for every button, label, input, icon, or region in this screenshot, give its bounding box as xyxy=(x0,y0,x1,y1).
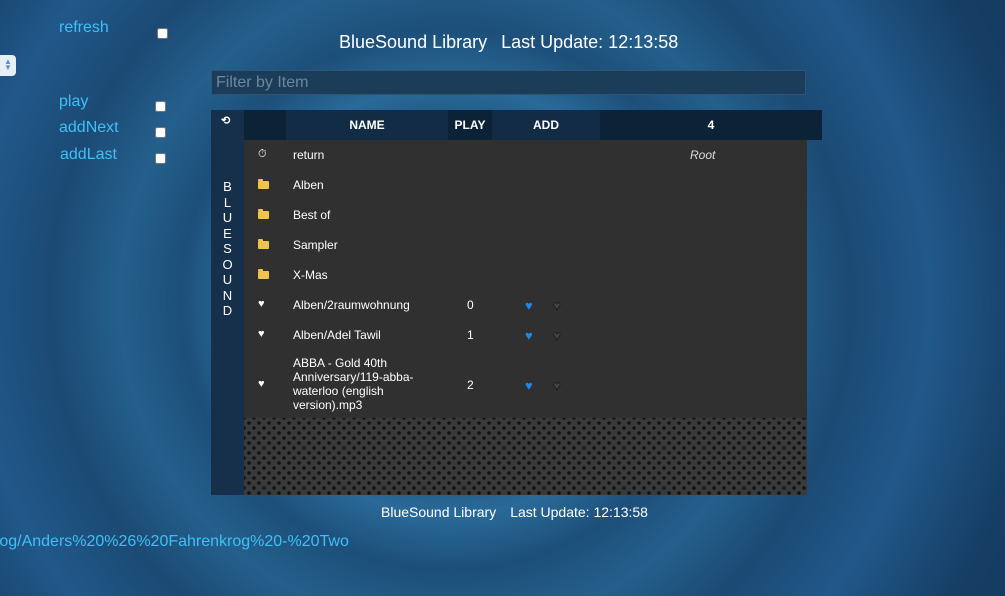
item-extra: Root xyxy=(690,148,716,162)
folder-icon xyxy=(258,178,269,190)
list-item[interactable]: ♥ Alben/2raumwohnung 0 ♥ ♥ xyxy=(244,298,807,314)
library-panel: ⟲ BLUESOUND NAME PLAY ADD 4 ⏱ return Roo… xyxy=(211,110,822,495)
header-play[interactable]: PLAY xyxy=(448,110,492,140)
title-text: BlueSound Library xyxy=(339,32,488,52)
sidebar-letter: N xyxy=(222,287,233,303)
footer: BlueSound Library Last Update: 12:13:58 xyxy=(381,504,648,520)
list-item[interactable]: ⏱ return Root xyxy=(244,148,807,164)
up-down-arrows-icon: ▲ ▼ xyxy=(4,57,12,72)
sidebar-letter: L xyxy=(223,194,232,210)
footer-last-update: Last Update: 12:13:58 xyxy=(510,504,648,520)
refresh-label[interactable]: refresh xyxy=(59,19,109,37)
heart-icon: ♥ xyxy=(258,328,265,340)
refresh-icon[interactable]: ⟲ xyxy=(221,114,230,127)
filter-input[interactable] xyxy=(211,70,806,95)
page-title: BlueSound Library Last Update: 12:13:58 xyxy=(339,32,678,53)
header-extra[interactable]: 4 xyxy=(600,110,822,140)
item-name: Alben/Adel Tawil xyxy=(293,328,381,342)
folder-icon xyxy=(258,268,269,280)
sidebar-letter: S xyxy=(223,241,232,256)
sidebar-letter: B xyxy=(223,179,232,194)
add-last-heart-icon[interactable]: ♥ xyxy=(553,328,561,344)
item-name: Sampler xyxy=(293,238,338,252)
sidebar-letter: U xyxy=(222,210,233,225)
pattern-background xyxy=(244,418,807,495)
addlast-checkbox[interactable] xyxy=(155,153,166,164)
heart-icon: ♥ xyxy=(258,378,265,390)
item-name: Alben xyxy=(293,178,324,192)
item-name: return xyxy=(293,148,325,162)
header-add[interactable]: ADD xyxy=(492,110,600,140)
item-play: 1 xyxy=(467,328,474,342)
list-item[interactable]: Best of xyxy=(244,208,807,224)
item-name: Alben/2raumwohnung xyxy=(293,298,410,312)
last-update-text: Last Update: 12:13:58 xyxy=(501,32,679,52)
refresh-checkbox[interactable] xyxy=(157,28,168,39)
folder-icon xyxy=(258,238,269,250)
stopwatch-icon: ⏱ xyxy=(258,148,267,160)
header-icon-col xyxy=(244,110,286,140)
sidebar-vertical-label: BLUESOUND xyxy=(211,179,244,319)
library-list: ⏱ return Root Alben Best of Sampler X-Ma… xyxy=(244,140,807,418)
item-name: X-Mas xyxy=(293,268,328,282)
play-checkbox[interactable] xyxy=(155,101,166,112)
list-item[interactable]: Sampler xyxy=(244,238,807,254)
addlast-label[interactable]: addLast xyxy=(60,146,117,164)
header-name[interactable]: NAME xyxy=(286,110,448,140)
item-name: ABBA - Gold 40th Anniversary/119-abba-wa… xyxy=(293,356,414,412)
footer-title: BlueSound Library xyxy=(381,504,497,520)
sidebar-letter: E xyxy=(223,225,232,241)
sidebar-letter: D xyxy=(222,303,233,318)
item-name: Best of xyxy=(293,208,331,222)
spinner-control[interactable]: ▲ ▼ xyxy=(0,55,16,76)
add-next-heart-icon[interactable]: ♥ xyxy=(525,378,533,393)
play-label[interactable]: play xyxy=(59,93,88,111)
list-item[interactable]: X-Mas xyxy=(244,268,807,284)
list-item[interactable]: ♥ ABBA - Gold 40th Anniversary/119-abba-… xyxy=(244,356,807,414)
list-item[interactable]: Alben xyxy=(244,178,807,194)
current-path-link[interactable]: rog/Anders%20%26%20Fahrenkrog%20-%20Two xyxy=(0,533,349,551)
sidebar-letter: O xyxy=(222,256,233,272)
list-item[interactable]: ♥ Alben/Adel Tawil 1 ♥ ♥ xyxy=(244,328,807,344)
item-play: 0 xyxy=(467,298,474,312)
add-next-heart-icon[interactable]: ♥ xyxy=(525,298,533,313)
sidebar-letter: U xyxy=(222,272,233,287)
item-play: 2 xyxy=(467,378,474,392)
folder-icon xyxy=(258,208,269,220)
sidebar: ⟲ BLUESOUND xyxy=(211,110,244,495)
table-header: NAME PLAY ADD 4 xyxy=(244,110,822,140)
add-last-heart-icon[interactable]: ♥ xyxy=(553,378,561,394)
addnext-checkbox[interactable] xyxy=(155,127,166,138)
heart-icon: ♥ xyxy=(258,298,265,310)
add-last-heart-icon[interactable]: ♥ xyxy=(553,298,561,314)
add-next-heart-icon[interactable]: ♥ xyxy=(525,328,533,343)
addnext-label[interactable]: addNext xyxy=(59,119,119,137)
